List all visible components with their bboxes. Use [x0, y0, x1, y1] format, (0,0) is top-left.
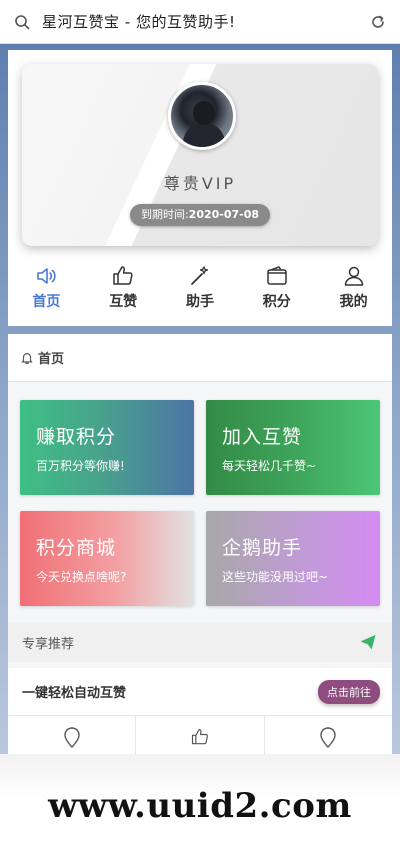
watermark: www.uuid2.com: [48, 786, 352, 826]
location-pin-icon: [63, 727, 80, 748]
tile-title: 加入互赞: [222, 426, 303, 448]
nav-item-mine[interactable]: 我的: [315, 264, 392, 314]
tile-subtitle: 这些功能没用过吧~: [222, 570, 329, 584]
tile-title: 积分商城: [36, 537, 117, 559]
nav-item-like[interactable]: 互赞: [85, 264, 162, 314]
thumbs-up-icon: [113, 266, 133, 285]
nav-item-points[interactable]: 积分: [238, 264, 315, 314]
expire-date: 2020-07-08: [188, 208, 260, 221]
main-nav: 首页 互赞 助手 积分 我的: [8, 264, 392, 314]
tile-subtitle: 百万积分等你赚!: [36, 459, 125, 473]
feature-icons-row: [8, 716, 392, 754]
profile-panel: 尊贵VIP 到期时间:2020-07-08 首页 互赞 助手 积分 我的: [8, 50, 392, 326]
nav-item-home[interactable]: 首页: [8, 264, 85, 314]
nav-label-points: 积分: [262, 294, 291, 310]
bell-icon: [21, 352, 33, 364]
expire-badge: 到期时间:2020-07-08: [130, 204, 270, 226]
tile-join-like[interactable]: 加入互赞 每天轻松几千赞~: [206, 400, 380, 495]
avatar-figure-head: [193, 101, 215, 125]
profile-card: 尊贵VIP 到期时间:2020-07-08: [22, 64, 378, 246]
search-icon[interactable]: [14, 14, 30, 30]
section-title: 首页: [38, 352, 65, 367]
go-button[interactable]: 点击前往: [318, 679, 380, 704]
send-icon[interactable]: [360, 634, 376, 650]
tile-earn-points[interactable]: 赚取积分 百万积分等你赚!: [20, 400, 194, 495]
feature-cell[interactable]: [8, 716, 137, 754]
nav-label-like: 互赞: [109, 294, 138, 310]
auto-like-label: 一键轻松自动互赞: [22, 686, 127, 701]
speaker-icon: [37, 268, 57, 284]
tile-points-mall[interactable]: 积分商城 今天兑换点啥呢?: [20, 511, 194, 606]
avatar[interactable]: [168, 82, 236, 150]
user-icon: [344, 266, 363, 286]
thumbs-up-icon: [191, 728, 208, 745]
recommend-label: 专享推荐: [22, 636, 75, 652]
nav-label-mine: 我的: [339, 294, 368, 310]
refresh-icon[interactable]: [370, 14, 386, 30]
section-header: 首页: [8, 334, 392, 382]
feature-cell[interactable]: [136, 716, 265, 754]
tile-penguin-assistant[interactable]: 企鹅助手 这些功能没用过吧~: [206, 511, 380, 606]
vip-label: 尊贵VIP: [163, 174, 237, 193]
nav-label-home: 首页: [32, 294, 61, 310]
nav-item-assistant[interactable]: 助手: [162, 264, 239, 314]
tile-subtitle: 今天兑换点啥呢?: [36, 570, 127, 584]
wallet-icon: [267, 266, 287, 285]
auto-like-row: 一键轻松自动互赞 点击前往: [8, 668, 392, 716]
main-panel: 首页 赚取积分 百万积分等你赚! 加入互赞 每天轻松几千赞~ 积分商城 今天兑换…: [8, 334, 392, 754]
tile-title: 赚取积分: [36, 426, 117, 448]
tile-title: 企鹅助手: [222, 537, 303, 559]
tile-subtitle: 每天轻松几千赞~: [222, 459, 317, 473]
browser-bar: 星河互赞宝 - 您的互赞助手!: [0, 0, 400, 44]
magic-wand-icon: [191, 266, 209, 285]
browser-title[interactable]: 星河互赞宝 - 您的互赞助手!: [42, 11, 370, 32]
expire-prefix: 到期时间:: [140, 208, 189, 221]
recommend-bar: 专享推荐: [8, 622, 392, 662]
nav-label-assistant: 助手: [185, 294, 214, 310]
feature-cell[interactable]: [265, 716, 392, 754]
location-pin-icon: [320, 727, 337, 748]
avatar-figure-body: [183, 123, 225, 147]
